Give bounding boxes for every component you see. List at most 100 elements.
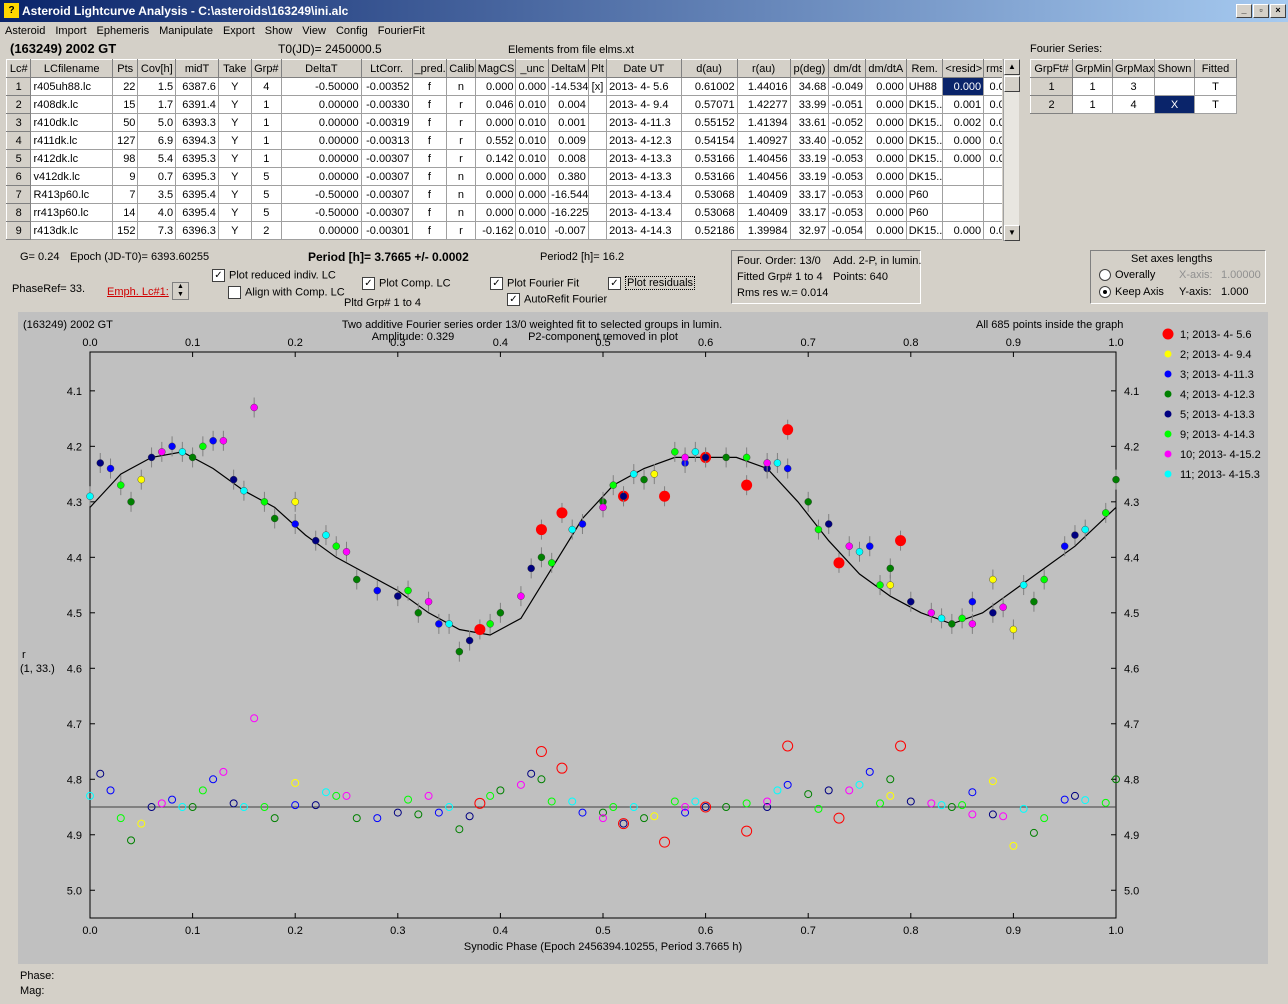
table-cell[interactable]: UH88 — [905, 77, 944, 96]
table-cell[interactable]: f — [411, 131, 448, 150]
table-cell[interactable]: DK15.. — [905, 131, 944, 150]
table-cell[interactable]: 6 — [6, 167, 32, 186]
table-cell[interactable] — [1154, 77, 1195, 96]
table-row[interactable]: 6 v412dk.lc 9 0.7 6395.3 Y 5 0.00000 -0.00307 f n 0… — [6, 167, 1002, 186]
table-cell[interactable] — [983, 203, 1002, 222]
plot-comp-option[interactable]: ✓ Plot Comp. LC — [362, 277, 451, 290]
table-cell[interactable]: 5 — [250, 167, 283, 186]
table-cell[interactable]: 0.009 — [548, 131, 589, 150]
column-header[interactable]: rms res — [983, 59, 1002, 78]
table-cell[interactable]: 0.010 — [515, 149, 550, 168]
table-cell[interactable]: n — [446, 77, 476, 96]
table-cell[interactable]: 1 — [6, 77, 32, 96]
table-cell[interactable]: 1 — [250, 113, 283, 132]
table-cell[interactable]: -0.053 — [828, 167, 866, 186]
lightcurve-plot[interactable]: (163249) 2002 GT Two additive Fourier ser… — [18, 312, 1268, 964]
table-cell[interactable]: DK15.. — [905, 149, 944, 168]
table-cell[interactable]: 1 — [250, 131, 283, 150]
table-cell[interactable]: -0.162 — [474, 221, 517, 240]
table-cell[interactable]: 1 — [1072, 95, 1113, 114]
table-cell[interactable]: f — [411, 77, 448, 96]
table-cell[interactable]: [x] — [587, 77, 608, 96]
scroll-down-button[interactable]: ▼ — [1004, 225, 1020, 241]
table-cell[interactable]: 33.17 — [789, 185, 830, 204]
table-cell[interactable]: 0.53166 — [680, 149, 738, 168]
table-cell[interactable]: 5 — [250, 185, 283, 204]
table-cell[interactable]: 0.00000 — [281, 167, 362, 186]
plot-reduced-option[interactable]: ✓ Plot reduced indiv. LC — [212, 269, 336, 282]
table-cell[interactable]: 1.44016 — [736, 77, 791, 96]
table-cell[interactable]: -0.00301 — [360, 221, 413, 240]
table-cell[interactable] — [587, 203, 608, 222]
table-cell[interactable]: 0.00000 — [281, 95, 362, 114]
table-cell[interactable]: 6396.3 — [175, 221, 219, 240]
table-cell[interactable]: 0.027 — [983, 95, 1002, 114]
table-cell[interactable] — [587, 221, 608, 240]
table-cell[interactable]: 0.000 — [864, 113, 907, 132]
table-cell[interactable]: -0.049 — [828, 77, 866, 96]
table-cell[interactable]: rr413p60.lc — [30, 203, 113, 222]
table-cell[interactable] — [942, 185, 985, 204]
column-header[interactable]: GrpMax — [1112, 59, 1155, 78]
table-cell[interactable]: 1.40456 — [736, 167, 791, 186]
table-cell[interactable]: DK15.. — [905, 221, 944, 240]
column-header[interactable]: d(au) — [680, 59, 738, 78]
table-cell[interactable]: 0.00000 — [281, 221, 362, 240]
table-cell[interactable]: 127 — [111, 131, 139, 150]
plot-fourier-checkbox[interactable]: ✓ — [490, 277, 503, 290]
table-cell[interactable]: 0.000 — [474, 203, 517, 222]
table-cell[interactable]: 2 — [1030, 95, 1073, 114]
close-button[interactable]: × — [1270, 4, 1286, 18]
table-cell[interactable] — [983, 167, 1002, 186]
table-cell[interactable]: -0.007 — [548, 221, 589, 240]
table-cell[interactable]: 6395.3 — [175, 149, 219, 168]
column-header[interactable]: Cov[h] — [137, 59, 177, 78]
menu-import[interactable]: Import — [50, 22, 91, 37]
column-header[interactable]: <resid> — [942, 59, 985, 78]
table-cell[interactable]: r412dk.lc — [30, 149, 113, 168]
table-cell[interactable]: 7 — [6, 185, 32, 204]
table-cell[interactable]: 0.00000 — [281, 113, 362, 132]
table-cell[interactable]: DK15.. — [905, 113, 944, 132]
plot-reduced-checkbox[interactable]: ✓ — [212, 269, 225, 282]
table-cell[interactable] — [587, 167, 608, 186]
table-cell[interactable]: 3 — [1112, 77, 1155, 96]
table-cell[interactable]: -0.053 — [828, 203, 866, 222]
table-cell[interactable]: 4 — [250, 77, 283, 96]
table-cell[interactable]: r413dk.lc — [30, 221, 113, 240]
column-header[interactable]: Grp# — [250, 59, 283, 78]
table-cell[interactable]: 33.19 — [789, 149, 830, 168]
column-header[interactable]: DeltaM — [548, 59, 589, 78]
plot-resid-option[interactable]: ✓ Plot residuals — [608, 276, 696, 291]
table-cell[interactable]: -0.00330 — [360, 95, 413, 114]
table-cell[interactable]: 0.008 — [548, 149, 589, 168]
overally-option[interactable]: Overally — [1099, 269, 1155, 282]
menu-fourierfit[interactable]: FourierFit — [373, 22, 430, 37]
keep-axis-radio[interactable] — [1099, 286, 1111, 299]
table-cell[interactable]: 1 — [250, 149, 283, 168]
table-cell[interactable]: -16.544 — [548, 185, 589, 204]
table-cell[interactable]: 22 — [111, 77, 139, 96]
table-cell[interactable]: 0.552 — [474, 131, 517, 150]
table-cell[interactable]: 0.000 — [864, 149, 907, 168]
menu-ephemeris[interactable]: Ephemeris — [92, 22, 155, 37]
column-header[interactable]: Plt — [587, 59, 608, 78]
table-cell[interactable]: -0.00313 — [360, 131, 413, 150]
table-cell[interactable]: 1 — [250, 95, 283, 114]
column-header[interactable]: Fitted — [1194, 59, 1237, 78]
table-row[interactable]: 9 r413dk.lc 152 7.3 6396.3 Y 2 0.00000 -0.00301 f… — [6, 221, 1002, 240]
table-cell[interactable]: 0.000 — [474, 167, 517, 186]
table-cell[interactable]: 5 — [6, 149, 32, 168]
table-cell[interactable]: R413p60.lc — [30, 185, 113, 204]
table-cell[interactable]: -0.50000 — [281, 77, 362, 96]
lc-table-scrollbar[interactable]: ▲ ▼ — [1003, 59, 1020, 241]
table-cell[interactable]: 1.40456 — [736, 149, 791, 168]
table-cell[interactable] — [942, 203, 985, 222]
table-cell[interactable]: 0.024 — [983, 113, 1002, 132]
table-cell[interactable]: -0.00307 — [360, 185, 413, 204]
align-comp-option[interactable]: Align with Comp. LC — [228, 286, 345, 299]
table-cell[interactable]: 0.000 — [864, 203, 907, 222]
restore-button[interactable]: ▫ — [1253, 4, 1269, 18]
table-cell[interactable]: 0.000 — [864, 185, 907, 204]
table-cell[interactable]: 0.000 — [515, 203, 550, 222]
